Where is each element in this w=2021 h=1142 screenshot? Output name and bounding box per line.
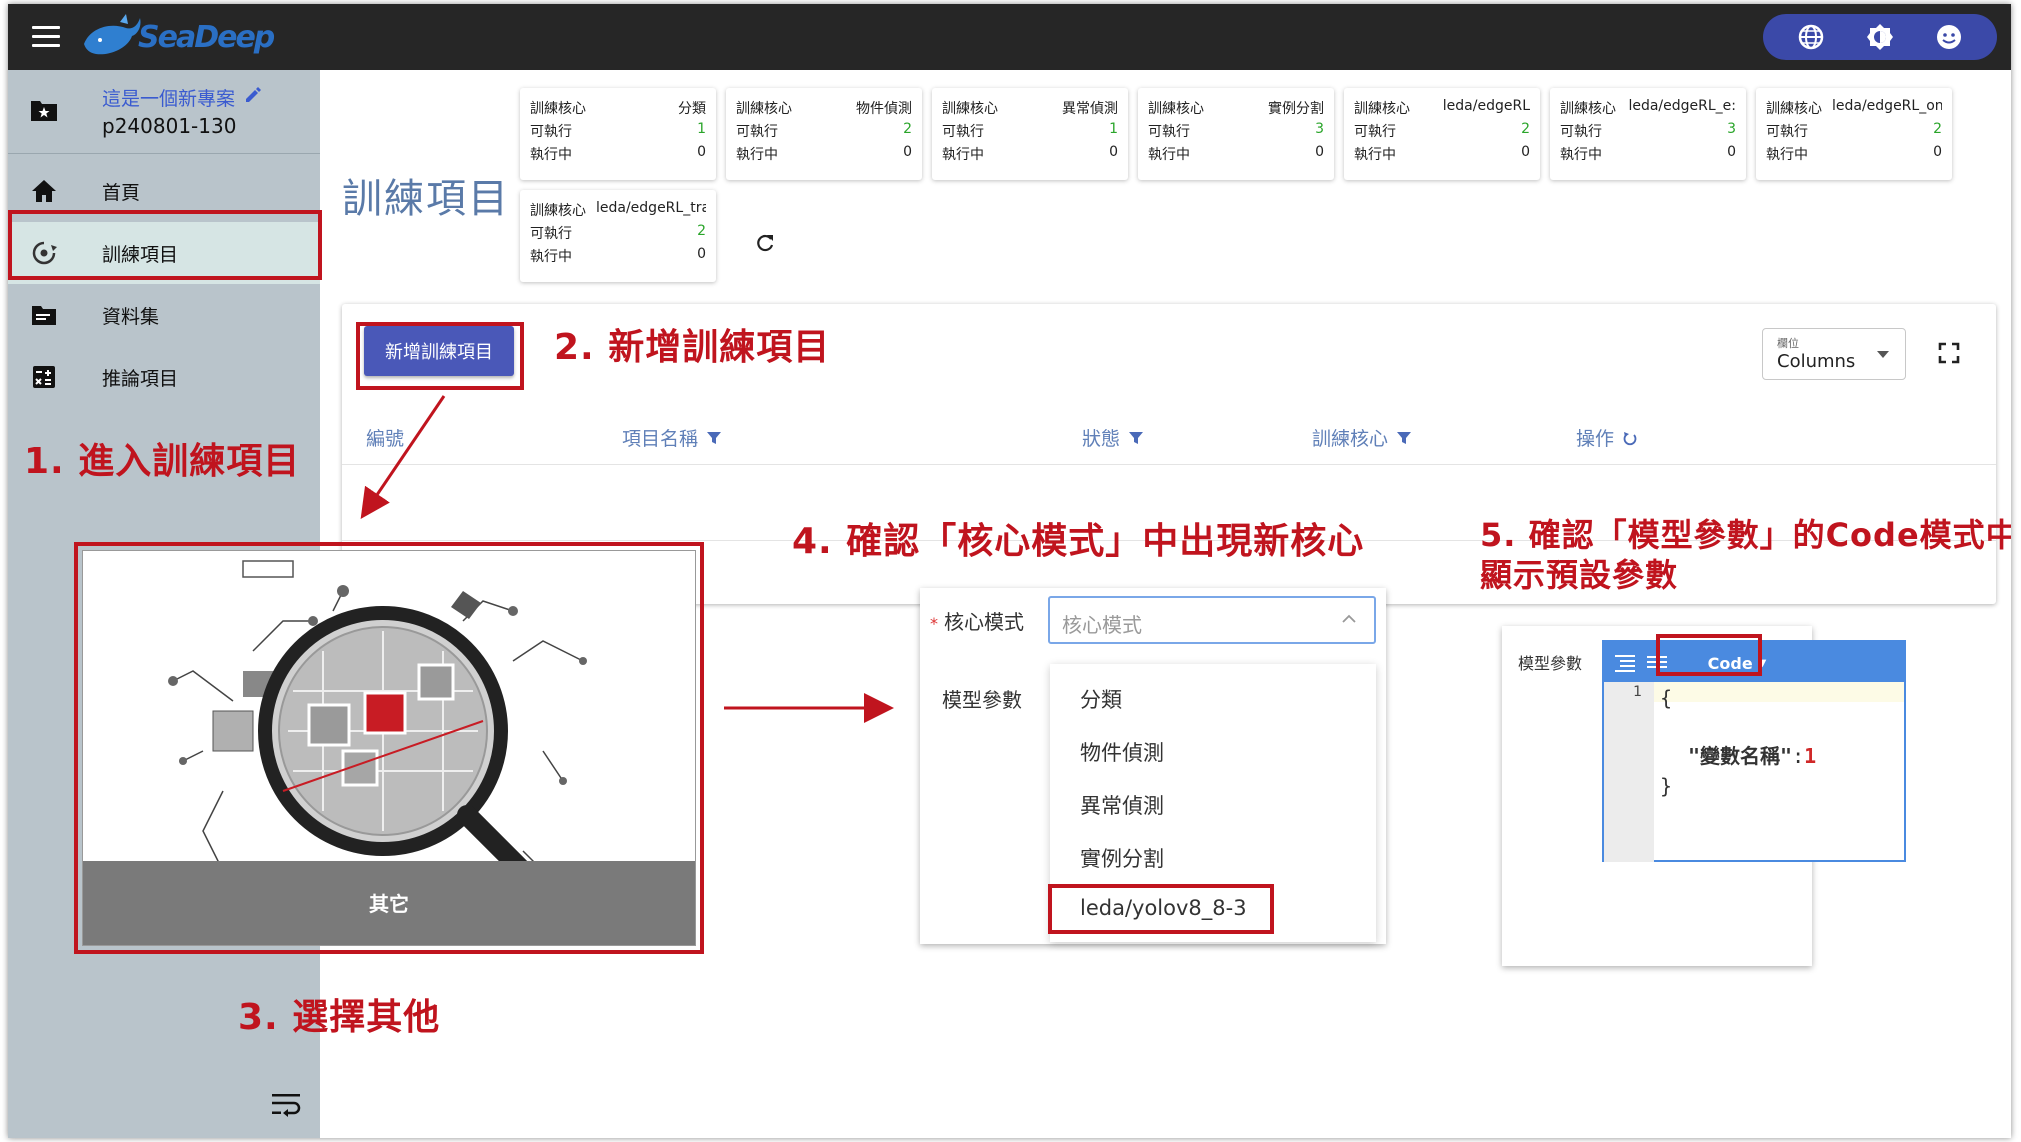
annotation-arrows — [360, 395, 894, 723]
app-window: SeaDeep 這是一個新專案 p240801-130 首頁 訓練項目 資料集 … — [8, 4, 2011, 1138]
arrow-step2-to-step3 — [360, 395, 446, 519]
